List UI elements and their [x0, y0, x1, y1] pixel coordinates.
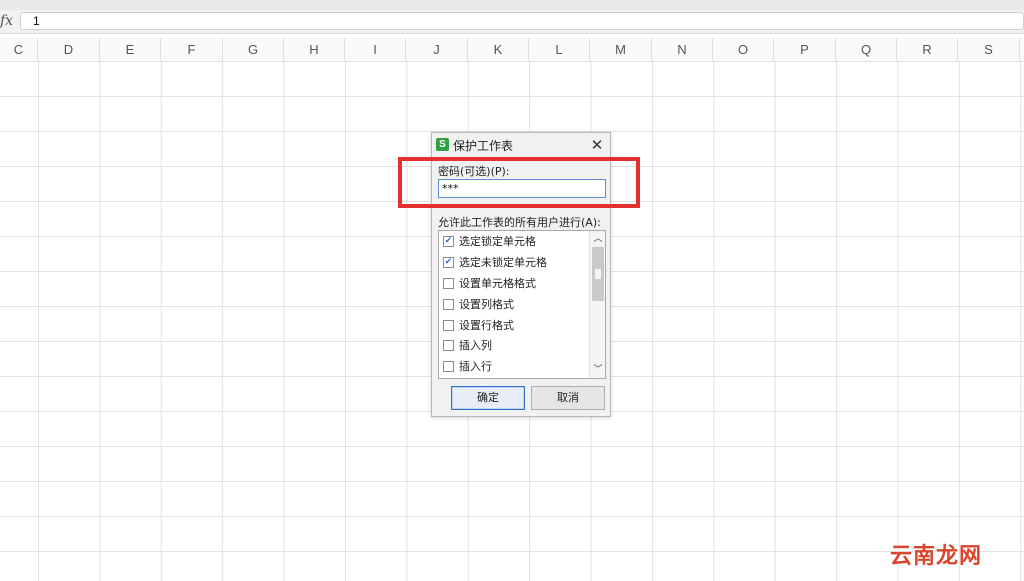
formula-bar: fx 1 [0, 10, 1024, 34]
wps-sheet-logo-icon: S [436, 138, 449, 151]
permission-label: 插入行 [459, 360, 492, 373]
column-header[interactable]: G [223, 38, 284, 61]
column-header[interactable]: J [406, 38, 468, 61]
permissions-list[interactable]: ✔ 选定锁定单元格 ✔ 选定未锁定单元格 设置单元格格式 设置列格式 设置行格式… [438, 230, 606, 379]
permission-label: 选定未锁定单元格 [459, 256, 547, 269]
scroll-thumb[interactable] [592, 247, 604, 301]
list-scrollbar[interactable]: ︿ ﹀ [589, 231, 605, 378]
permission-item[interactable]: 设置单元格格式 [439, 274, 589, 294]
close-icon[interactable]: ✕ [588, 136, 606, 154]
checkbox-icon[interactable] [443, 278, 454, 289]
scroll-down-icon[interactable]: ﹀ [590, 363, 605, 377]
permission-item[interactable]: ✔ 选定未锁定单元格 [439, 253, 589, 273]
permission-label: 设置行格式 [459, 319, 514, 332]
formula-input[interactable]: 1 [20, 12, 1024, 30]
permission-label: 设置单元格格式 [459, 277, 536, 290]
column-header[interactable]: D [38, 38, 100, 61]
scroll-grip [595, 269, 601, 279]
permission-item[interactable]: 插入列 [439, 336, 589, 356]
column-header[interactable]: R [897, 38, 958, 61]
column-header[interactable]: Q [836, 38, 897, 61]
permission-label: 设置列格式 [459, 298, 514, 311]
permission-label: 插入列 [459, 339, 492, 352]
dialog-title: 保护工作表 [453, 139, 514, 153]
permission-item[interactable]: 设置列格式 [439, 295, 589, 315]
permission-item[interactable]: ✔ 选定锁定单元格 [439, 232, 589, 252]
column-header[interactable]: O [713, 38, 774, 61]
permission-item[interactable]: 插入行 [439, 357, 589, 377]
dialog-title-bar[interactable]: S 保护工作表 ✕ [432, 133, 610, 157]
password-highlight-box [398, 157, 640, 208]
column-header[interactable]: F [161, 38, 223, 61]
permission-label: 选定锁定单元格 [459, 235, 536, 248]
column-header[interactable]: K [468, 38, 529, 61]
column-header[interactable]: L [529, 38, 590, 61]
column-header[interactable]: H [284, 38, 345, 61]
column-header[interactable]: I [345, 38, 406, 61]
column-header[interactable]: M [590, 38, 652, 61]
checked-checkbox-icon[interactable]: ✔ [443, 236, 454, 247]
top-strip [0, 0, 1024, 10]
scroll-up-icon[interactable]: ︿ [590, 232, 605, 246]
checkbox-icon[interactable] [443, 299, 454, 310]
fx-icon[interactable]: fx [0, 13, 16, 29]
column-header[interactable]: C [0, 38, 38, 61]
permissions-label: 允许此工作表的所有用户进行(A): [438, 216, 601, 229]
checkbox-icon[interactable] [443, 320, 454, 331]
column-header-row: C D E F G H I J K L M N O P Q R S [0, 38, 1024, 62]
column-header[interactable]: N [652, 38, 713, 61]
checkbox-icon[interactable] [443, 340, 454, 351]
column-header[interactable]: P [774, 38, 836, 61]
column-header[interactable]: S [958, 38, 1020, 61]
permission-item[interactable]: 设置行格式 [439, 316, 589, 336]
column-header[interactable]: E [100, 38, 161, 61]
cancel-button[interactable]: 取消 [531, 386, 605, 410]
checkbox-icon[interactable] [443, 361, 454, 372]
checked-checkbox-icon[interactable]: ✔ [443, 257, 454, 268]
watermark-logo: 云南龙网 [890, 544, 983, 569]
ok-button[interactable]: 确定 [451, 386, 525, 410]
